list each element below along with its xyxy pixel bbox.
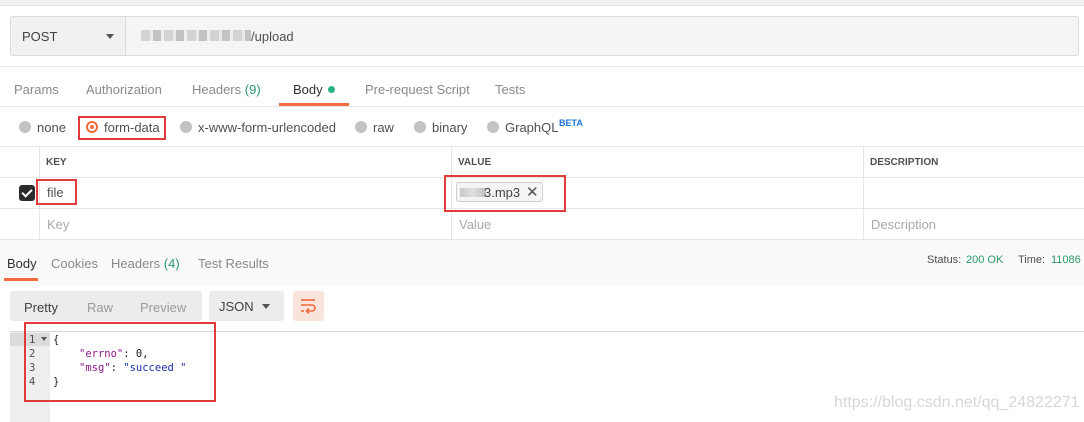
divider <box>0 66 1084 67</box>
column-header-key: KEY <box>46 157 67 168</box>
modified-dot-icon <box>327 86 335 93</box>
radio-raw-label: raw <box>373 120 394 135</box>
chevron-down-icon <box>262 304 270 309</box>
view-mode-group: Pretty Raw Preview <box>10 291 202 321</box>
tab-authorization[interactable]: Authorization <box>86 82 162 97</box>
new-key-input[interactable]: Key <box>47 217 69 232</box>
request-url-bar: POST /upload <box>10 16 1079 56</box>
wrap-lines-icon <box>301 299 316 314</box>
radio-off-icon <box>414 121 426 133</box>
annotation-box <box>36 179 77 205</box>
format-select[interactable]: JSON <box>209 291 284 321</box>
radio-off-icon <box>487 121 499 133</box>
radio-urlencoded-label: x-www-form-urlencoded <box>198 120 336 135</box>
response-tab-headers[interactable]: Headers (4) <box>111 256 180 271</box>
radio-none-label: none <box>37 120 66 135</box>
tab-headers-count: (9) <box>244 82 261 97</box>
row-enabled-checkbox[interactable] <box>19 185 35 201</box>
format-label: JSON <box>219 299 254 314</box>
wrap-lines-button[interactable] <box>293 291 324 321</box>
beta-badge: BETA <box>559 118 583 128</box>
watermark: https://blog.csdn.net/qq_24822271 <box>834 394 1080 411</box>
new-description-input[interactable]: Description <box>871 217 936 232</box>
tab-headers-label: Headers <box>192 82 242 97</box>
radio-off-icon <box>180 121 192 133</box>
raw-button[interactable]: Raw <box>87 300 113 315</box>
method-label: POST <box>22 29 58 44</box>
time-value: 11086 <box>1051 254 1081 266</box>
url-host-redacted <box>141 30 251 41</box>
radio-off-icon <box>355 121 367 133</box>
response-tab-headers-count: (4) <box>163 256 180 271</box>
radio-off-icon <box>19 121 31 133</box>
active-response-tab-underline <box>4 278 38 281</box>
radio-graphql-label: GraphQL <box>505 120 559 135</box>
top-strip <box>0 0 1084 6</box>
annotation-box <box>24 322 216 402</box>
tab-params[interactable]: Params <box>14 82 59 97</box>
column-divider <box>863 147 864 240</box>
chevron-down-icon <box>106 34 114 39</box>
tab-headers[interactable]: Headers (9) <box>192 82 261 97</box>
tab-body-label: Body <box>293 82 323 97</box>
response-tab-body[interactable]: Body <box>7 256 37 271</box>
response-tab-test-results[interactable]: Test Results <box>198 256 269 271</box>
annotation-box <box>444 175 566 212</box>
status-value: 200 OK <box>966 254 1004 266</box>
new-value-input[interactable]: Value <box>459 217 491 232</box>
status-label: Status: <box>927 254 962 266</box>
column-header-value: VALUE <box>458 157 492 168</box>
preview-button[interactable]: Preview <box>140 300 186 315</box>
tab-tests[interactable]: Tests <box>495 82 525 97</box>
tab-body[interactable]: Body <box>293 82 335 97</box>
response-tab-headers-label: Headers <box>111 256 161 271</box>
time-label: Time: <box>1018 254 1046 266</box>
divider <box>0 106 1084 107</box>
column-header-description: DESCRIPTION <box>870 157 939 168</box>
method-select[interactable]: POST <box>11 17 126 55</box>
radio-binary-label: binary <box>432 120 468 135</box>
tab-pre-request-script[interactable]: Pre-request Script <box>365 82 470 97</box>
pretty-button[interactable]: Pretty <box>24 300 58 315</box>
annotation-box <box>78 116 166 140</box>
url-input[interactable]: /upload <box>251 29 294 44</box>
response-tab-cookies[interactable]: Cookies <box>51 256 98 271</box>
